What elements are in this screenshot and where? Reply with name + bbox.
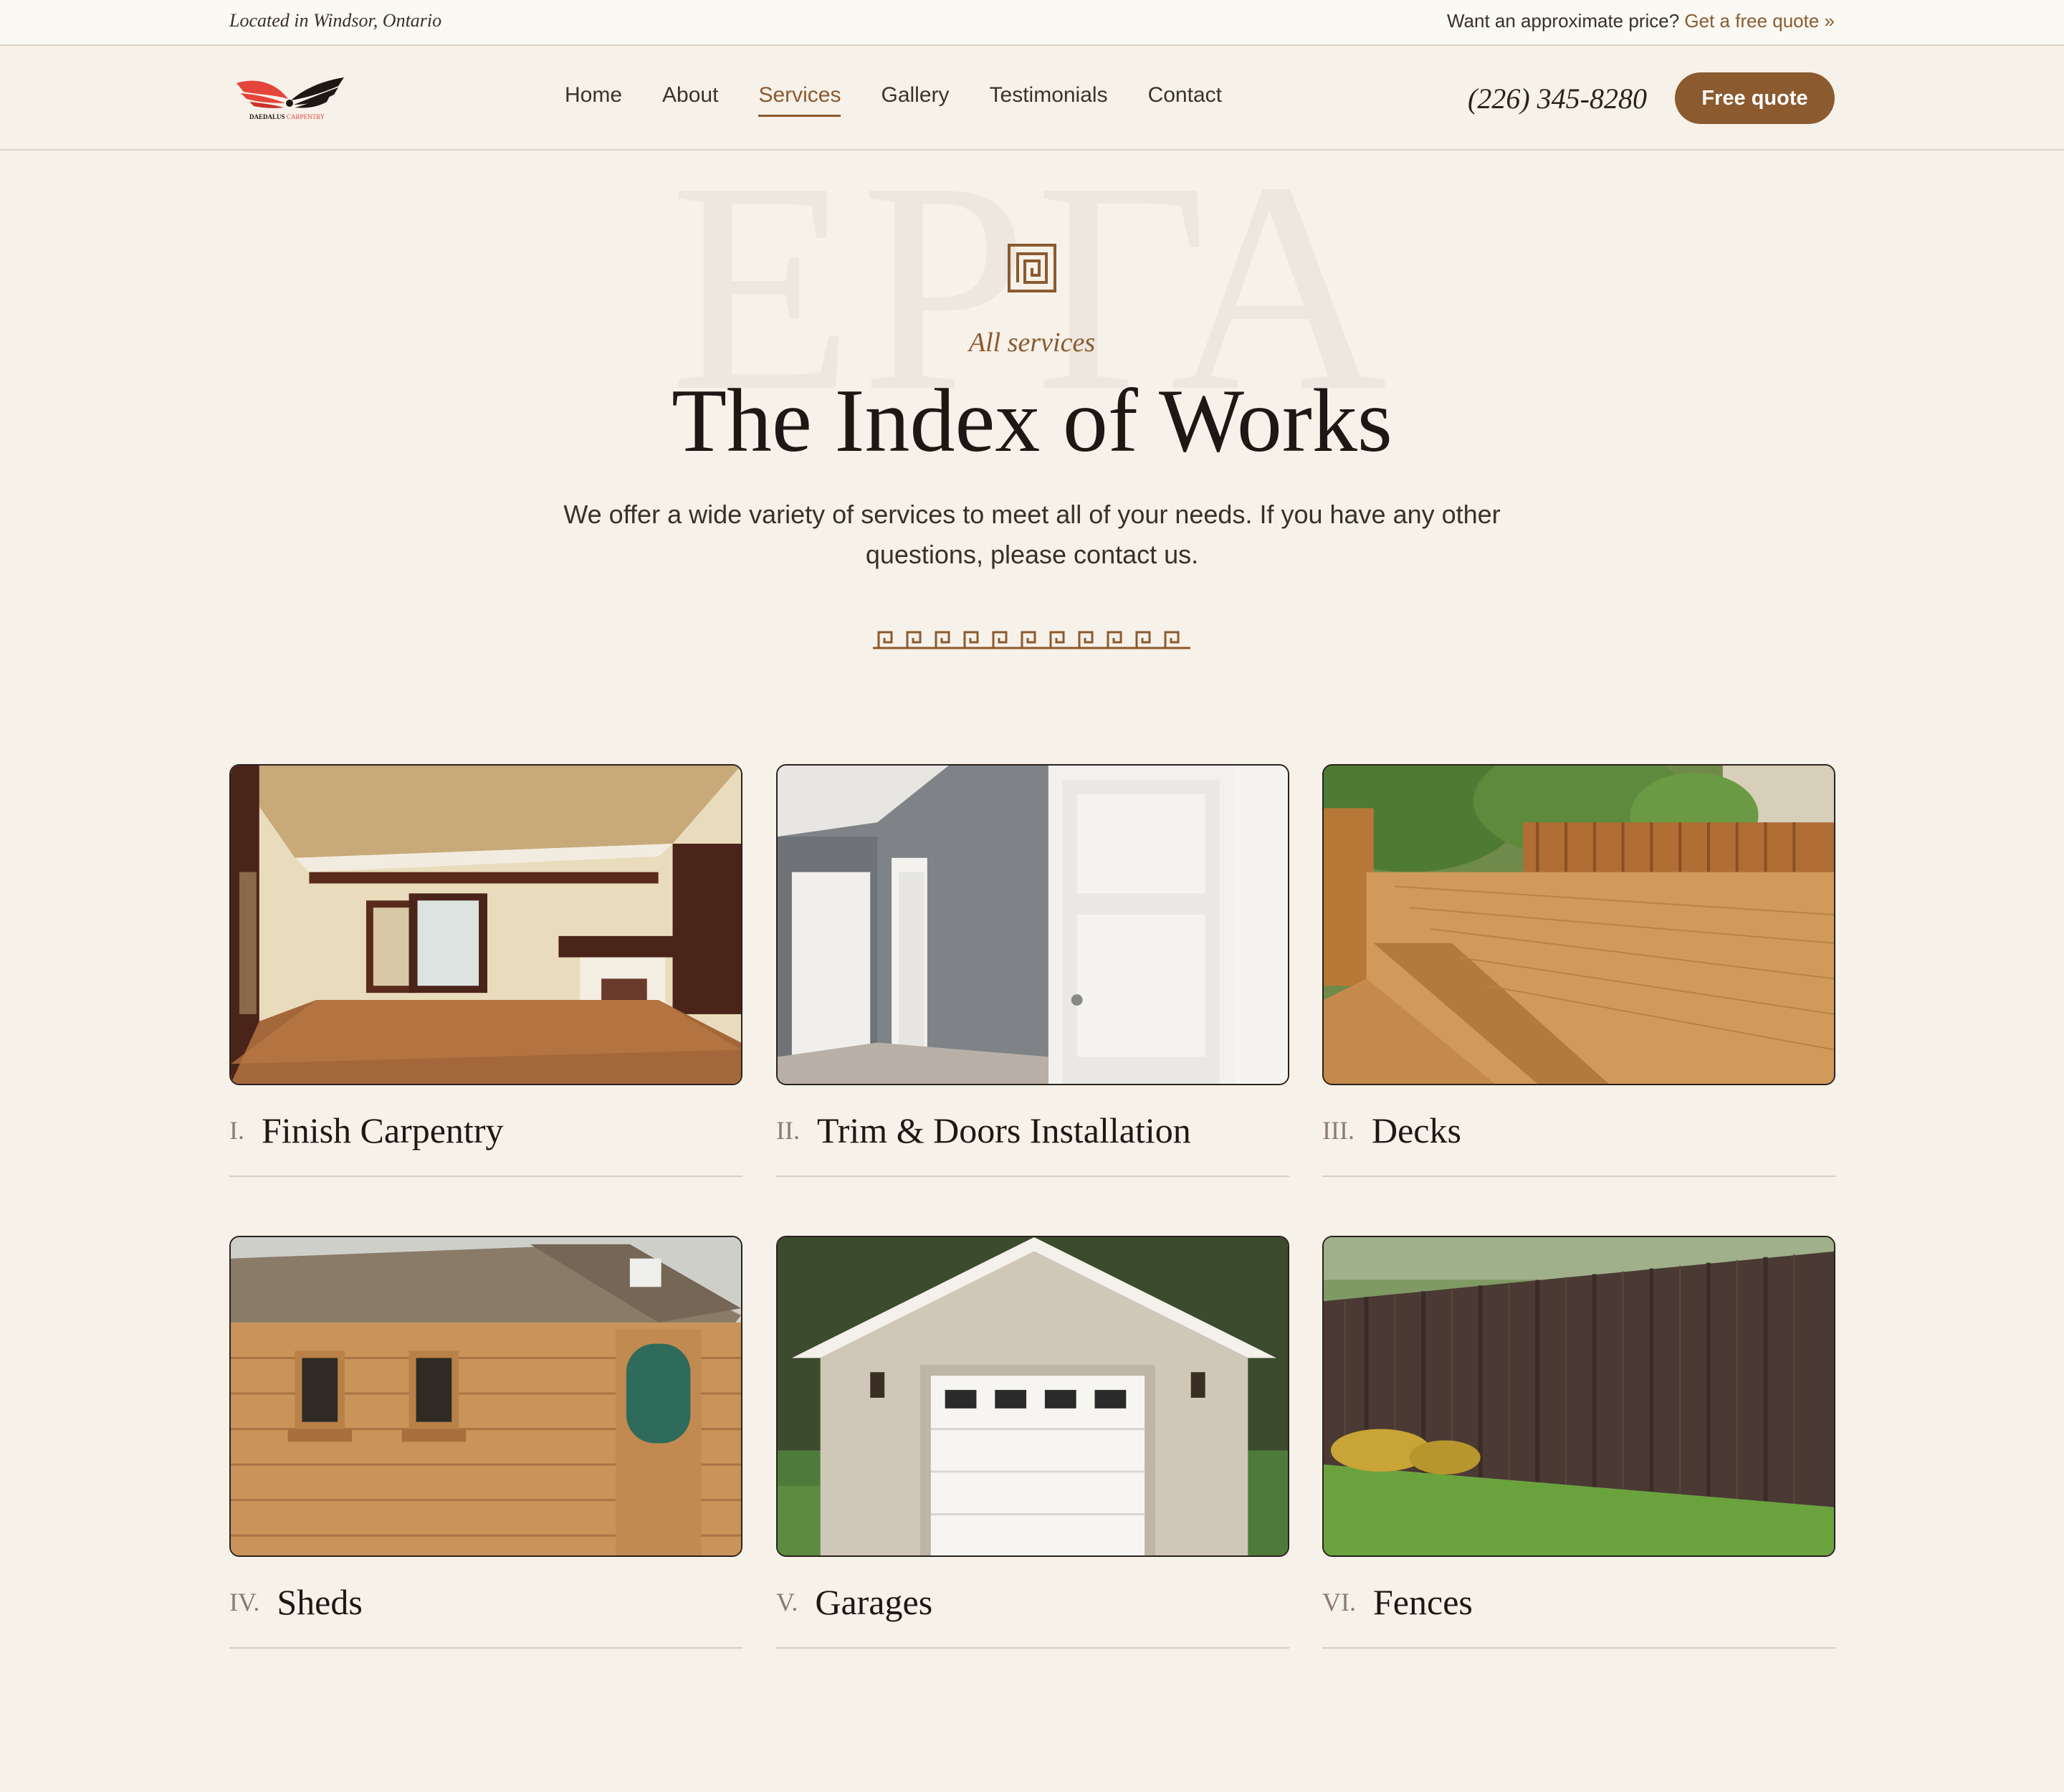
fences-image[interactable]: [1322, 1236, 1835, 1557]
nav-about[interactable]: About: [662, 83, 718, 117]
finish-carpentry-image[interactable]: [229, 764, 742, 1085]
brand-name: DAEDALUS: [249, 113, 285, 120]
service-name[interactable]: Finish Carpentry: [262, 1110, 503, 1151]
service-name[interactable]: Sheds: [277, 1581, 362, 1623]
service-number: II.: [776, 1116, 800, 1145]
service-caption: III. Decks: [1322, 1085, 1835, 1177]
service-card-garages[interactable]: V. Garages: [776, 1236, 1289, 1649]
free-quote-link[interactable]: Get a free quote »: [1684, 10, 1835, 32]
service-number: III.: [1322, 1116, 1354, 1145]
nav-services[interactable]: Services: [758, 83, 841, 117]
service-card-fences[interactable]: VI. Fences: [1322, 1236, 1835, 1649]
location-text: Located in Windsor, Ontario: [229, 10, 442, 31]
quote-prompt-text: Want an approximate price?: [1446, 10, 1680, 32]
service-caption: I. Finish Carpentry: [229, 1085, 742, 1177]
service-card-sheds[interactable]: IV. Sheds: [229, 1236, 742, 1649]
phone-number[interactable]: (226) 345-8280: [1468, 82, 1647, 115]
sheds-image[interactable]: [229, 1236, 742, 1557]
service-caption: IV. Sheds: [229, 1557, 742, 1649]
service-name[interactable]: Decks: [1372, 1110, 1461, 1151]
free-quote-button[interactable]: Free quote: [1675, 72, 1835, 124]
service-number: V.: [776, 1588, 798, 1616]
quote-prompt: Want an approximate price? Get a free qu…: [1447, 10, 1835, 32]
service-card-finish-carpentry[interactable]: I. Finish Carpentry: [229, 764, 742, 1177]
nav-home[interactable]: Home: [565, 83, 622, 117]
service-number: VI.: [1322, 1588, 1356, 1616]
service-card-decks[interactable]: III. Decks: [1322, 764, 1835, 1177]
service-name[interactable]: Trim & Doors Installation: [817, 1110, 1191, 1151]
main-nav: Home About Services Gallery Testimonials…: [565, 83, 1262, 117]
garages-image[interactable]: [776, 1236, 1289, 1557]
hero-eyebrow: All services: [968, 328, 1096, 358]
nav-testimonials[interactable]: Testimonials: [990, 83, 1108, 117]
service-caption: V. Garages: [776, 1557, 1289, 1649]
meander-divider-icon: [873, 631, 1190, 649]
service-number: I.: [229, 1116, 244, 1145]
page-title: The Index of Works: [672, 371, 1392, 471]
service-caption: II. Trim & Doors Installation: [776, 1085, 1289, 1177]
nav-contact[interactable]: Contact: [1148, 83, 1222, 117]
service-name[interactable]: Fences: [1373, 1581, 1473, 1623]
brand-logo[interactable]: DAEDALUS CARPENTRY: [234, 73, 347, 123]
decks-image[interactable]: [1322, 764, 1835, 1085]
winged-logo-icon: DAEDALUS CARPENTRY: [236, 77, 344, 120]
trim-doors-image[interactable]: [776, 764, 1289, 1085]
brand-tagline: CARPENTRY: [287, 113, 325, 120]
service-number: IV.: [229, 1588, 260, 1616]
nav-gallery[interactable]: Gallery: [881, 83, 949, 117]
service-caption: VI. Fences: [1322, 1557, 1835, 1649]
greek-spiral-icon: [1008, 244, 1056, 292]
top-bar: Located in Windsor, Ontario Want an appr…: [0, 0, 2064, 46]
service-name[interactable]: Garages: [815, 1581, 932, 1623]
service-card-trim-doors[interactable]: II. Trim & Doors Installation: [776, 764, 1289, 1177]
hero-description: We offer a wide variety of services to m…: [563, 500, 1501, 569]
